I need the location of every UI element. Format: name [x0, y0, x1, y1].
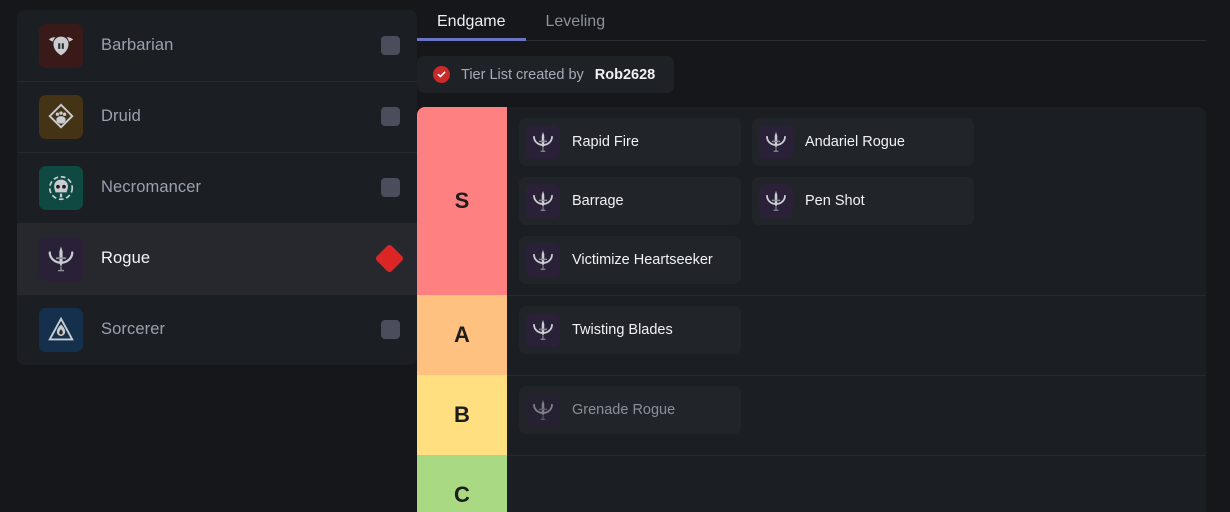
tier-label-b: B — [417, 375, 507, 455]
tier-items-container: Rapid Fire Andariel Rogue Barrage Pen Shot V… — [507, 107, 1206, 295]
rogue-crossbow-icon — [526, 393, 560, 427]
build-card[interactable]: Grenade Rogue — [519, 386, 741, 434]
sidebar-item-rogue[interactable]: Rogue — [17, 223, 417, 294]
class-checkbox[interactable] — [381, 320, 400, 339]
rogue-crossbow-icon — [759, 184, 793, 218]
class-list-panel: Barbarian Druid Necromancer Rogue Sorcerer — [17, 10, 417, 365]
sidebar-item-sorcerer[interactable]: Sorcerer — [17, 294, 417, 365]
build-card[interactable]: Victimize Heartseeker — [519, 236, 741, 284]
tier-label-s: S — [417, 107, 507, 295]
sidebar-item-label: Sorcerer — [101, 320, 165, 339]
tab-leveling[interactable]: Leveling — [526, 13, 626, 41]
build-card[interactable]: Barrage — [519, 177, 741, 225]
tier-row-b: B Grenade Rogue — [417, 375, 1206, 455]
tab-bar: EndgameLeveling — [417, 0, 1206, 41]
class-sidebar: Barbarian Druid Necromancer Rogue Sorcerer — [0, 0, 417, 512]
build-card[interactable]: Pen Shot — [752, 177, 974, 225]
main-content: EndgameLeveling Tier List created by Rob… — [417, 0, 1230, 512]
tier-label-a: A — [417, 295, 507, 375]
tier-items-container — [507, 455, 1206, 512]
rogue-crossbow-icon — [526, 125, 560, 159]
barbarian-helm-icon — [39, 24, 83, 68]
sorcerer-flame-icon — [39, 308, 83, 352]
class-checkbox[interactable] — [381, 36, 400, 55]
sidebar-item-druid[interactable]: Druid — [17, 81, 417, 152]
credit-prefix: Tier List created by — [461, 67, 584, 83]
sidebar-item-label: Rogue — [101, 249, 150, 268]
tier-list-app: Barbarian Druid Necromancer Rogue Sorcerer E… — [0, 0, 1230, 512]
tier-row-a: A Twisting Blades — [417, 295, 1206, 375]
build-name: Twisting Blades — [572, 322, 673, 338]
credit-row: Tier List created by Rob2628 — [417, 41, 1206, 93]
tier-row-c: C — [417, 455, 1206, 512]
class-checkbox[interactable] — [381, 178, 400, 197]
tier-list-table: S Rapid Fire Andariel Rogue Barrage Pen Shot… — [417, 107, 1206, 512]
build-name: Andariel Rogue — [805, 134, 905, 150]
tier-items-container: Grenade Rogue — [507, 375, 1206, 455]
rogue-crossbow-icon — [526, 313, 560, 347]
necromancer-skull-icon — [39, 166, 83, 210]
sidebar-item-label: Druid — [101, 107, 141, 126]
build-name: Barrage — [572, 193, 624, 209]
build-card[interactable]: Rapid Fire — [519, 118, 741, 166]
build-name: Pen Shot — [805, 193, 865, 209]
rogue-crossbow-icon — [526, 243, 560, 277]
rogue-crossbow-icon — [39, 237, 83, 281]
build-name: Rapid Fire — [572, 134, 639, 150]
sidebar-item-label: Barbarian — [101, 36, 173, 55]
tier-label-c: C — [417, 455, 507, 512]
sidebar-item-necromancer[interactable]: Necromancer — [17, 152, 417, 223]
build-name: Victimize Heartseeker — [572, 252, 713, 268]
build-name: Grenade Rogue — [572, 402, 675, 418]
sidebar-item-barbarian[interactable]: Barbarian — [17, 10, 417, 81]
build-card[interactable]: Twisting Blades — [519, 306, 741, 354]
sidebar-item-label: Necromancer — [101, 178, 201, 197]
rogue-crossbow-icon — [526, 184, 560, 218]
tab-endgame[interactable]: Endgame — [417, 13, 526, 41]
credit-author[interactable]: Rob2628 — [595, 67, 655, 83]
selected-diamond-icon[interactable] — [375, 244, 405, 274]
rogue-crossbow-icon — [759, 125, 793, 159]
class-checkbox[interactable] — [381, 107, 400, 126]
tier-list-credit-badge: Tier List created by Rob2628 — [417, 56, 674, 93]
verified-check-icon — [433, 66, 450, 83]
build-card[interactable]: Andariel Rogue — [752, 118, 974, 166]
tier-row-s: S Rapid Fire Andariel Rogue Barrage Pen Shot… — [417, 107, 1206, 295]
druid-paw-icon — [39, 95, 83, 139]
tier-items-container: Twisting Blades — [507, 295, 1206, 375]
